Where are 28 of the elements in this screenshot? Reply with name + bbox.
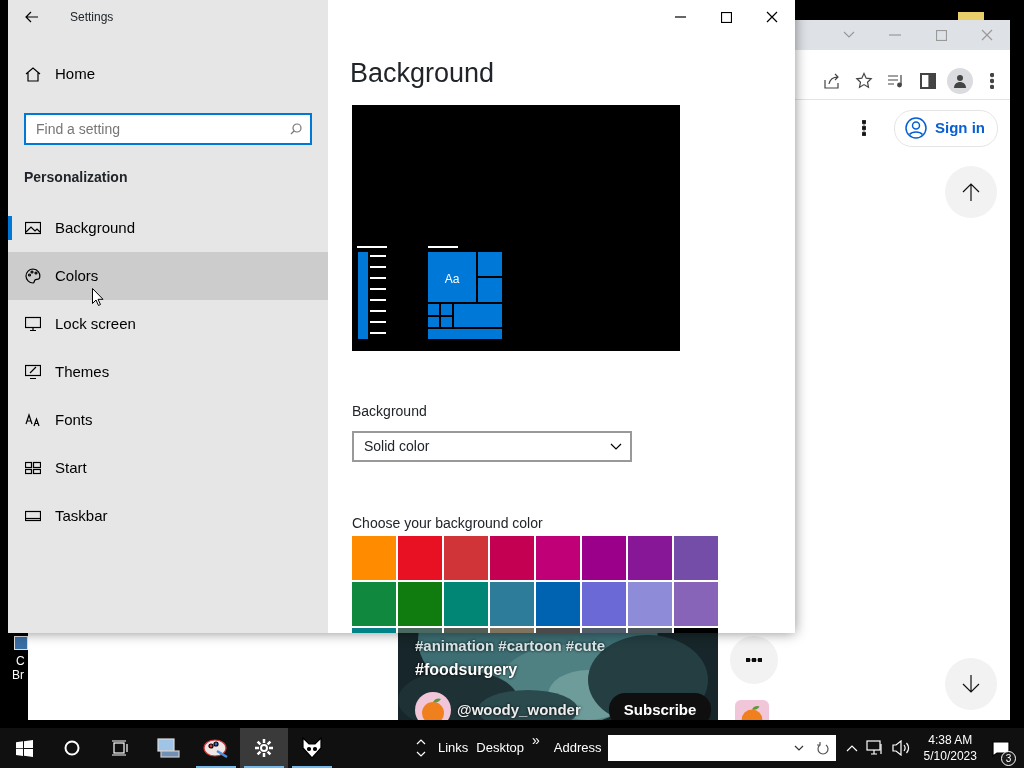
field-label: Background [352, 402, 428, 421]
background-dropdown[interactable]: Solid color [352, 431, 632, 462]
home-link[interactable]: Home [8, 50, 328, 98]
hashtag-text[interactable]: #animation #cartoon #cute [415, 637, 606, 655]
sidebar-item[interactable]: Background [8, 204, 328, 252]
overflow-chevron[interactable]: » [532, 730, 540, 752]
icon-label: Br [12, 668, 24, 682]
sidebar-item[interactable]: Lock screen [8, 300, 328, 348]
icon-label: C [16, 654, 25, 668]
field-label: Choose your background color [352, 514, 544, 533]
toolbar-link[interactable]: Desktop [476, 738, 525, 758]
section-heading: Personalization [24, 168, 129, 187]
sidebar-item[interactable]: Taskbar [8, 492, 328, 540]
sidebar-item[interactable]: Themes [8, 348, 328, 396]
window-title: Settings [70, 9, 114, 26]
tile-text: Aa [444, 272, 460, 286]
sidebar-item[interactable]: Start [8, 444, 328, 492]
clock[interactable]: 4:38 AM 5/10/2023 [917, 732, 983, 764]
page-title: Background [350, 57, 496, 90]
address-label: Address [553, 739, 602, 758]
toolbar-link[interactable]: Links [438, 738, 469, 758]
sidebar-item[interactable]: Colors [8, 252, 328, 300]
search-field[interactable]: Find a setting [24, 113, 312, 145]
channel-name[interactable]: @woody_wonder [457, 698, 581, 720]
sign-in-button[interactable]: Sign in [894, 110, 998, 147]
sidebar-item[interactable]: Fonts [8, 396, 328, 444]
notification-badge: 3 [1001, 751, 1016, 766]
hashtag-text[interactable]: #foodsurgery [415, 659, 518, 681]
